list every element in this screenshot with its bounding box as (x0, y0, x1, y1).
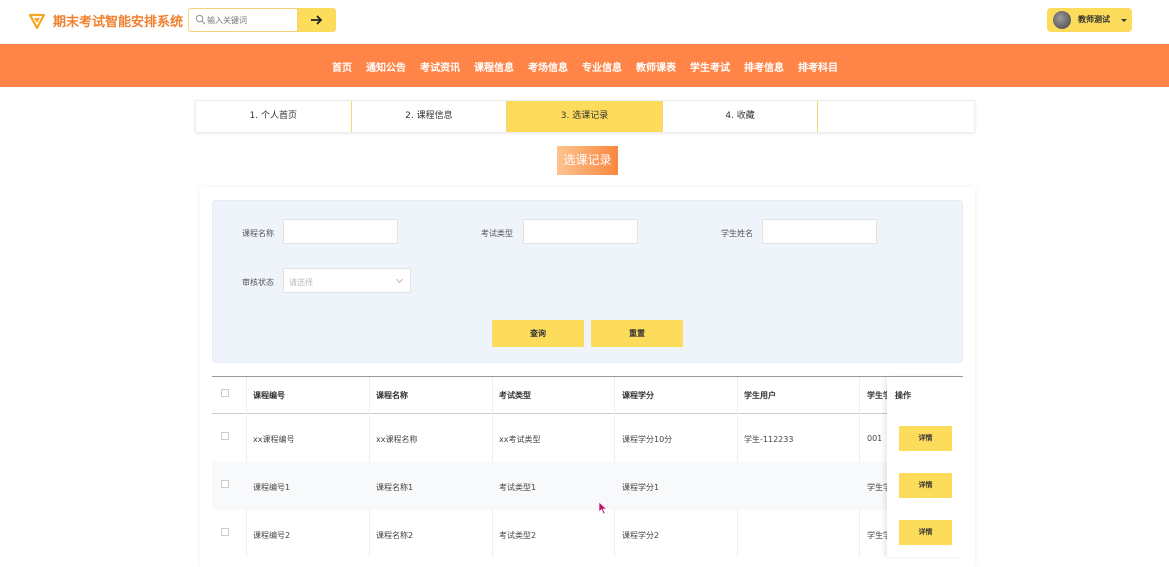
cell-course-name: 课程名称2 (376, 531, 414, 540)
header-course-code: 课程编号 (253, 391, 285, 400)
review-status-placeholder: 请选择 (289, 278, 313, 287)
user-name: 教师测试 (1078, 15, 1110, 24)
header-course-name: 课程名称 (376, 391, 408, 400)
nav-item-exam-arrangement[interactable]: 排考信息 (744, 59, 784, 74)
detail-button[interactable]: 详情 (899, 473, 952, 498)
main-nav: 首页 通知公告 考试资讯 课程信息 考场信息 专业信息 教师课表 学生考试 排考… (0, 44, 1169, 87)
reset-button[interactable]: 重置 (591, 320, 683, 347)
review-status-label: 审核状态 (242, 278, 274, 287)
select-all-checkbox[interactable] (221, 389, 229, 397)
nav-item-exam-news[interactable]: 考试资讯 (420, 59, 460, 74)
mouse-cursor-icon (598, 501, 608, 515)
chevron-down-icon (395, 275, 404, 284)
search-icon (195, 14, 206, 25)
query-button[interactable]: 查询 (492, 320, 584, 347)
tab-empty (818, 101, 974, 132)
tab-course-info[interactable]: 2. 课程信息 (351, 101, 508, 132)
avatar (1053, 11, 1071, 29)
detail-button[interactable]: 详情 (899, 426, 952, 451)
header-student-no: 学生学 (867, 391, 887, 400)
logo-icon (28, 13, 46, 30)
cell-credit: 课程学分10分 (622, 435, 673, 444)
chevron-down-icon (1121, 19, 1127, 22)
nav-item-home[interactable]: 首页 (332, 59, 352, 74)
cell-student-no: 学生学 (867, 531, 887, 540)
cell-course-name: xx课程名称 (376, 435, 418, 444)
cell-course-code: xx课程编号 (253, 435, 295, 444)
row-checkbox[interactable] (221, 432, 229, 440)
page-title: 选课记录 (557, 146, 618, 175)
cell-student-no: 001 (867, 434, 883, 443)
cell-course-code: 课程编号1 (253, 483, 291, 492)
row-checkbox[interactable] (221, 528, 229, 536)
nav-item-exam-subjects[interactable]: 排考科目 (798, 59, 838, 74)
search-input[interactable] (207, 12, 295, 28)
nav-item-courses[interactable]: 课程信息 (474, 59, 514, 74)
cell-exam-type: 考试类型2 (499, 531, 537, 540)
exam-type-label: 考试类型 (481, 229, 513, 238)
exam-type-input[interactable] (523, 219, 638, 244)
search-box (188, 8, 298, 32)
filter-form: 课程名称 考试类型 学生姓名 审核状态 请选择 查询 重置 (212, 200, 963, 363)
nav-item-notices[interactable]: 通知公告 (366, 59, 406, 74)
course-name-label: 课程名称 (242, 229, 274, 238)
arrow-right-icon (311, 14, 323, 25)
review-status-select[interactable]: 请选择 (283, 268, 411, 293)
header-credit: 课程学分 (622, 391, 654, 400)
user-menu[interactable]: 教师测试 (1047, 8, 1132, 32)
table-header: 课程编号 课程名称 考试类型 课程学分 学生用户 学生学 (212, 377, 963, 414)
step-tabs: 1. 个人首页 2. 课程信息 3. 选课记录 4. 收藏 (195, 100, 975, 133)
header-exam-type: 考试类型 (499, 391, 531, 400)
tab-favorites[interactable]: 4. 收藏 (662, 101, 819, 132)
detail-button[interactable]: 详情 (899, 520, 952, 545)
nav-item-student-exams[interactable]: 学生考试 (690, 59, 730, 74)
nav-item-teacher-schedule[interactable]: 教师课表 (636, 59, 676, 74)
app-title: 期末考试智能安排系统 (53, 15, 184, 30)
search-submit-button[interactable] (298, 8, 336, 32)
cell-student-user: 学生-112233 (744, 435, 794, 444)
cell-credit: 课程学分2 (622, 531, 660, 540)
course-name-input[interactable] (283, 219, 398, 244)
nav-item-majors[interactable]: 专业信息 (582, 59, 622, 74)
table-row: 课程编号1 课程名称1 考试类型1 课程学分1 学生学 (212, 462, 963, 510)
cell-credit: 课程学分1 (622, 483, 660, 492)
records-table: 课程编号 课程名称 考试类型 课程学分 学生用户 学生学 xx课程编号 xx课程… (212, 376, 963, 558)
table-row: 课程编号2 课程名称2 考试类型2 课程学分2 学生学 (212, 510, 963, 558)
top-header: 期末考试智能安排系统 教师测试 (0, 0, 1169, 44)
header-student-user: 学生用户 (744, 391, 776, 400)
tab-course-selection-records[interactable]: 3. 选课记录 (507, 101, 663, 132)
cell-course-code: 课程编号2 (253, 531, 291, 540)
row-checkbox[interactable] (221, 480, 229, 488)
student-name-input[interactable] (762, 219, 877, 244)
table-row: xx课程编号 xx课程名称 xx考试类型 课程学分10分 学生-112233 0… (212, 414, 963, 462)
cell-exam-type: xx考试类型 (499, 435, 541, 444)
student-name-label: 学生姓名 (721, 229, 753, 238)
cell-course-name: 课程名称1 (376, 483, 414, 492)
cell-student-no: 学生学 (867, 483, 887, 492)
cell-exam-type: 考试类型1 (499, 483, 537, 492)
header-action: 操作 (895, 391, 911, 400)
nav-item-exam-rooms[interactable]: 考场信息 (528, 59, 568, 74)
tab-personal-home[interactable]: 1. 个人首页 (196, 101, 352, 132)
